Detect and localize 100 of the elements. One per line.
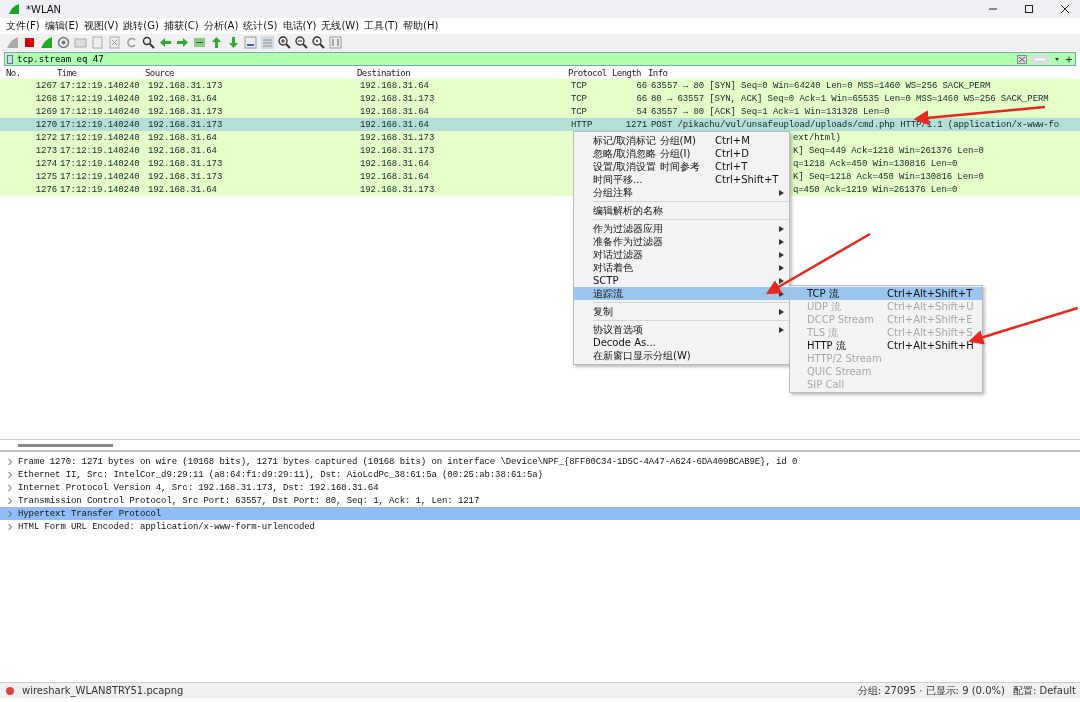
menu-item[interactable]: 对话着色 [574, 261, 789, 274]
table-cell: 17:12:19.140240 [60, 184, 140, 195]
table-cell: 1269 [35, 106, 57, 117]
table-cell: 192.168.31.173 [360, 145, 435, 156]
menu-item[interactable]: 视图(V) [83, 19, 119, 33]
close-file-icon[interactable] [108, 36, 121, 49]
packet-count: 分组: 27095 · 已显示: 9 (0.0%) [857, 683, 1005, 698]
menu-item[interactable]: 无线(W) [321, 19, 360, 33]
table-cell: 192.168.31.173 [148, 80, 223, 91]
menu-item[interactable]: SCTP [574, 274, 789, 287]
menu-item[interactable]: 对话过滤器 [574, 248, 789, 261]
menu-item[interactable]: 文件(F) [6, 19, 40, 33]
packet-row[interactable]: 1267 17:12:19.140240 192.168.31.173 192.168.31.64 TCP 66 63557 → 80 [SYN] Seq=0 Win=64240 Len=0 MSS=1460 WS=256 SACK_PERM [0, 79, 1080, 92]
tree-item[interactable]: Ethernet II, Src: IntelCor_d9:29:11 (a8:64:f1:d9:29:11), Dst: AioLcdPc_38:61:5a (00:25:ab:38:61:5a) [0, 468, 1080, 481]
column-header[interactable]: Time [57, 68, 145, 78]
arrow-up-icon[interactable] [210, 36, 223, 49]
tree-item[interactable]: Frame 1270: 1271 bytes on wire (10168 bits), 1271 bytes captured (10168 bits) on interface \Device\NPF_{8FF00C34-1D5C-4A47-A624-6DA409BCAB9E}, id 0 [0, 455, 1080, 468]
folder-icon[interactable] [74, 36, 87, 49]
table-cell: 1273 [35, 145, 57, 156]
packet-row[interactable]: 1269 17:12:19.140240 192.168.31.173 192.168.31.64 TCP 54 63557 → 80 [ACK] Seq=1 Ack=1 Win=131328 Len=0 [0, 105, 1080, 118]
menu-item[interactable]: 帮助(H) [403, 19, 439, 33]
table-cell: 17:12:19.140240 [60, 93, 140, 104]
menu-item[interactable]: 复制 [574, 305, 789, 318]
arrow-right-icon[interactable] [176, 36, 189, 49]
table-cell: TCP [571, 106, 587, 117]
column-header[interactable]: Source [145, 68, 357, 78]
table-cell: 192.168.31.64 [360, 119, 429, 130]
table-cell: 192.168.31.64 [148, 184, 217, 195]
menu-item[interactable]: 电话(Y) [282, 19, 317, 33]
arrow-down-icon[interactable] [227, 36, 240, 49]
fin-icon[interactable] [6, 36, 19, 49]
status-icon [6, 686, 14, 695]
menu-item[interactable]: TCP 流 Ctrl+Alt+Shift+T [790, 287, 982, 300]
plus-icon[interactable] [1065, 54, 1073, 64]
table-cell: 192.168.31.64 [360, 80, 429, 91]
table-cell: 1267 [35, 80, 57, 91]
zoom-in-icon[interactable] [278, 36, 291, 49]
menu-item[interactable]: 设置/取消设置 时间参考 Ctrl+T [574, 160, 789, 173]
table-cell: 192.168.31.173 [148, 119, 223, 130]
table-cell: 192.168.31.64 [360, 158, 429, 169]
menu-item[interactable]: 标记/取消标记 分组(M) Ctrl+M [574, 134, 789, 147]
menu-item[interactable]: 捕获(C) [163, 19, 199, 33]
clear-icon[interactable] [1017, 54, 1027, 64]
zoom-reset-icon[interactable] [312, 36, 325, 49]
reload-icon[interactable] [125, 36, 138, 49]
column-header[interactable]: Protocol [568, 68, 612, 78]
table-cell: 63557 → 80 [SYN] Seq=0 Win=64240 Len=0 MSS=1460 WS=256 SACK_PERM [651, 80, 991, 91]
menu-item[interactable]: Decode As... [574, 336, 789, 349]
menu-item[interactable]: HTTP 流 Ctrl+Alt+Shift+H [790, 339, 982, 352]
colorize-icon[interactable] [261, 36, 274, 49]
file-icon[interactable] [91, 36, 104, 49]
filter-input[interactable]: tcp.stream eq 47 [17, 53, 1013, 65]
profile-label[interactable]: 配置: Default [1012, 683, 1076, 698]
resize-columns-icon[interactable] [329, 36, 342, 49]
menu-item[interactable]: 编辑解析的名称 [574, 204, 789, 217]
filter-field[interactable]: tcp.stream eq 47 [4, 52, 1076, 66]
menu-item[interactable]: 分析(A) [203, 19, 239, 33]
table-cell: K] Seq=449 Ack=1218 Win=261376 Len=0 [793, 145, 984, 156]
tree-item[interactable]: Transmission Control Protocol, Src Port: 63557, Dst Port: 80, Seq: 1, Ack: 1, Len: 1217 [0, 494, 1080, 507]
search-icon[interactable] [142, 36, 155, 49]
menu-item[interactable]: 编辑(E) [44, 19, 79, 33]
column-header[interactable]: Info [648, 68, 1080, 78]
file-name: wireshark_WLAN8TRY51.pcapng [22, 685, 185, 696]
tree-item[interactable]: Internet Protocol Version 4, Src: 192.168.31.173, Dst: 192.168.31.64 [0, 481, 1080, 494]
table-cell: 1274 [35, 158, 57, 169]
tree-item[interactable]: Hypertext Transfer Protocol [0, 507, 1080, 520]
table-cell: 17:12:19.140240 [60, 145, 140, 156]
menu-item[interactable]: 作为过滤器应用 [574, 222, 789, 235]
column-header[interactable]: Length [612, 68, 648, 78]
zoom-out-icon[interactable] [295, 36, 308, 49]
table-cell: K] Seq=1218 Ack=450 Win=130816 Len=0 [793, 171, 984, 182]
menu-item[interactable]: 分组注释 [574, 186, 789, 199]
table-cell: 80 → 63557 [SYN, ACK] Seq=0 Ack=1 Win=65535 Len=0 MSS=1460 WS=256 SACK_PERM [651, 93, 1049, 104]
table-cell: 17:12:19.140240 [60, 119, 140, 130]
packet-row[interactable]: 1268 17:12:19.140240 192.168.31.64 192.168.31.173 TCP 66 80 → 63557 [SYN, ACK] Seq=0 Ack=1 Win=65535 Len=0 MSS=1460 WS=256 SACK_PERM [0, 92, 1080, 105]
table-cell: 1271 [625, 119, 647, 130]
menu-item[interactable]: 统计(S) [243, 19, 278, 33]
menu-item[interactable]: 准备作为过滤器 [574, 235, 789, 248]
gear-icon[interactable] [57, 36, 70, 49]
menu-item[interactable]: 跳转(G) [123, 19, 159, 33]
scrollbar-thumb[interactable] [18, 443, 113, 447]
stop-icon[interactable] [23, 36, 36, 49]
menu-item[interactable]: 忽略/取消忽略 分组(I) Ctrl+D [574, 147, 789, 160]
packet-row[interactable]: 1270 17:12:19.140240 192.168.31.173 192.168.31.64 HTTP 1271 POST /pikachu/vul/unsafeupload/uploads/cmd.php HTTP/1.1 (application/x-www-fo [0, 118, 1080, 131]
menu-item[interactable]: 工具(T) [364, 19, 399, 33]
menu-item[interactable]: 在新窗口显示分组(W) [574, 349, 789, 362]
column-header[interactable]: No. [0, 68, 57, 78]
table-cell: 192.168.31.64 [148, 132, 217, 143]
table-cell: TCP [571, 93, 587, 104]
tree-item[interactable]: HTML Form URL Encoded: application/x-www-form-urlencoded [0, 520, 1080, 533]
bookmark-icon[interactable] [7, 54, 13, 64]
table-cell: 17:12:19.140240 [60, 158, 140, 169]
menu-item[interactable]: 协议首选项 [574, 323, 789, 336]
column-header[interactable]: Destination [357, 68, 568, 78]
restart-icon[interactable] [40, 36, 53, 49]
arrow-left-icon[interactable] [159, 36, 172, 49]
menu-item[interactable]: 追踪流 [574, 287, 789, 300]
table-cell: 1272 [35, 132, 57, 143]
menu-item[interactable]: 时间平移... Ctrl+Shift+T [574, 173, 789, 186]
table-cell: q=450 Ack=1219 Win=261376 Len=0 [793, 184, 958, 195]
